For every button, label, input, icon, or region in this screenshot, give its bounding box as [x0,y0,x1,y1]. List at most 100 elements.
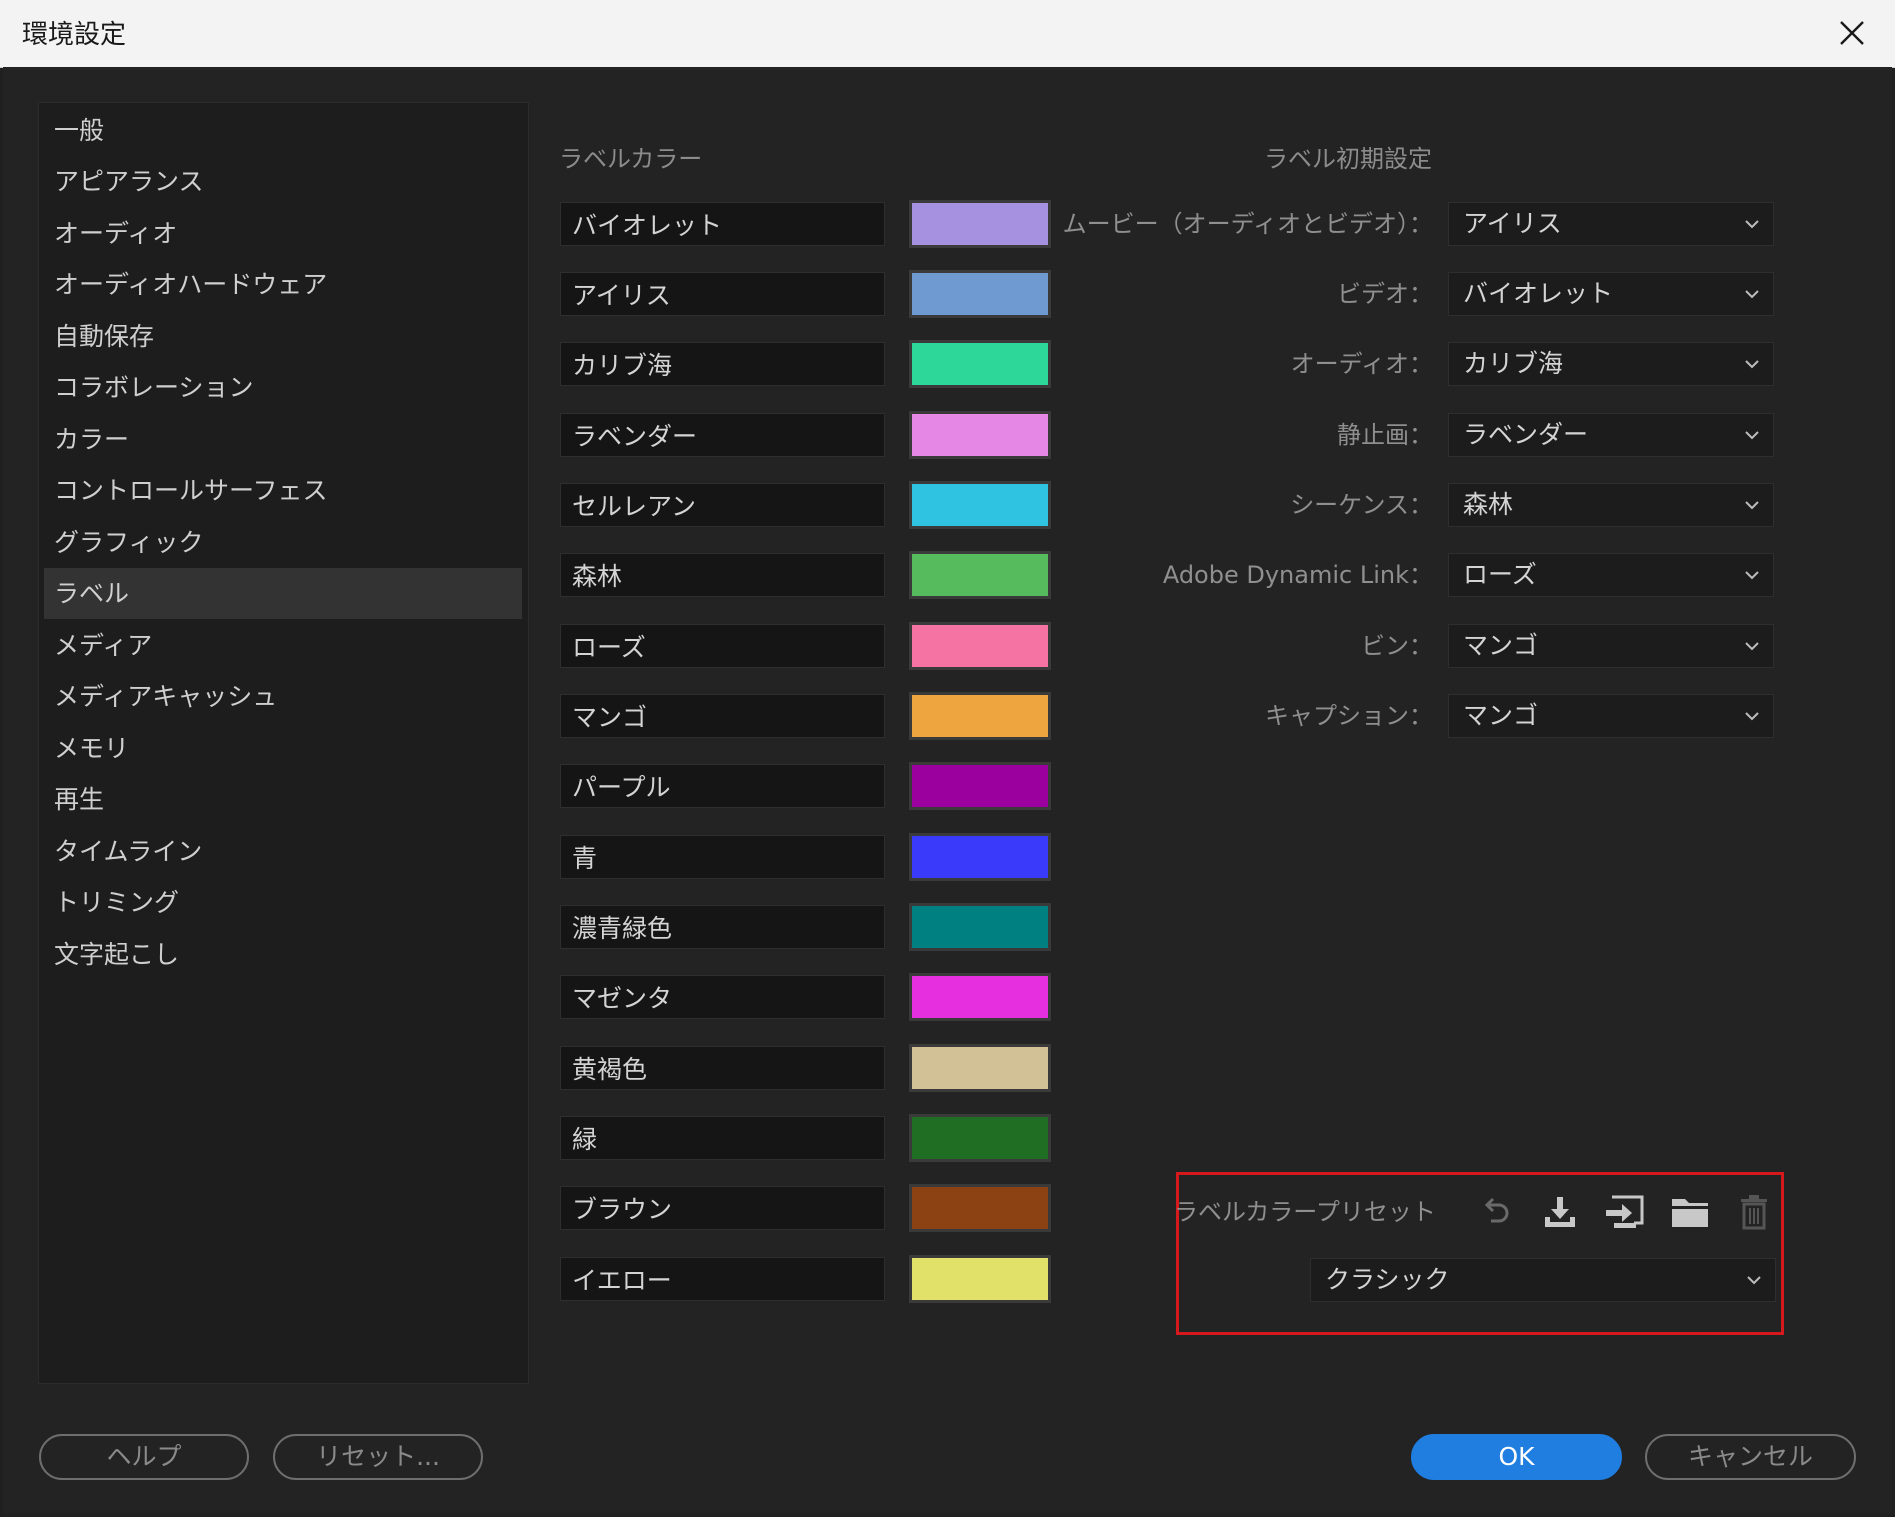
dropdown-value: バイオレット [1463,279,1614,308]
title-bar: 環境設定 [0,0,1895,68]
sidebar-item-general[interactable]: 一般 [44,105,522,156]
default-caption-dropdown[interactable]: マンゴ [1448,694,1774,738]
default-dynamic-link-label: Adobe Dynamic Link： [1162,561,1433,589]
preset-label: ラベルカラープリセット [1174,1198,1436,1226]
label-colors-heading: ラベルカラー [559,145,703,173]
chevron-down-icon [1745,712,1759,721]
chevron-down-icon [1745,431,1759,440]
preset-dropdown[interactable]: クラシック [1310,1258,1776,1302]
sidebar-item-memory[interactable]: メモリ [44,723,522,774]
dropdown-value: クラシック [1325,1265,1450,1294]
sidebar-item-media[interactable]: メディア [44,620,522,671]
import-icon [1606,1195,1644,1228]
dropdown-value: マンゴ [1463,631,1539,660]
chevron-down-icon [1747,1276,1761,1285]
label-color-swatch[interactable] [909,1184,1051,1232]
category-sidebar: 一般 アピアランス オーディオ オーディオハードウェア 自動保存 コラボレーショ… [38,102,529,1384]
chevron-down-icon [1745,220,1759,229]
label-color-swatch[interactable] [909,200,1051,248]
help-button[interactable]: ヘルプ [39,1434,249,1480]
sidebar-item-labels[interactable]: ラベル [44,568,522,619]
default-still-dropdown[interactable]: ラベンダー [1448,413,1774,457]
reset-button[interactable]: リセット... [273,1434,483,1480]
label-name-input[interactable] [560,1046,885,1090]
label-name-input[interactable] [560,342,885,386]
delete-button[interactable] [1734,1192,1774,1232]
chevron-down-icon [1745,290,1759,299]
dropdown-value: マンゴ [1463,701,1539,730]
sidebar-item-playback[interactable]: 再生 [44,774,522,825]
close-button[interactable] [1829,10,1875,56]
label-color-swatch[interactable] [909,622,1051,670]
sidebar-item-color[interactable]: カラー [44,414,522,465]
label-name-input[interactable] [560,483,885,527]
label-name-input[interactable] [560,624,885,668]
folder-button[interactable] [1670,1192,1710,1232]
label-name-input[interactable] [560,694,885,738]
sidebar-item-control-surface[interactable]: コントロールサーフェス [44,465,522,516]
label-name-input[interactable] [560,1257,885,1301]
sidebar-item-transcription[interactable]: 文字起こし [44,929,522,980]
default-video-dropdown[interactable]: バイオレット [1448,272,1774,316]
default-video-label: ビデオ： [1337,280,1433,308]
default-movie-label: ムービー（オーディオとビデオ）： [1062,210,1433,238]
default-sequence-dropdown[interactable]: 森林 [1448,483,1774,527]
undo-icon [1484,1197,1509,1223]
sidebar-item-audio[interactable]: オーディオ [44,208,522,259]
sidebar-item-appearance[interactable]: アピアランス [44,156,522,207]
default-dynamic-link-dropdown[interactable]: ローズ [1448,553,1774,597]
chevron-down-icon [1745,571,1759,580]
label-defaults-heading: ラベル初期設定 [1264,145,1432,173]
window-title: 環境設定 [22,20,127,50]
label-color-swatch[interactable] [909,973,1051,1021]
dropdown-value: アイリス [1463,209,1562,238]
default-caption-label: キャプション： [1265,702,1433,730]
label-color-swatch[interactable] [909,340,1051,388]
dropdown-value: ラベンダー [1463,420,1589,449]
sidebar-item-media-cache[interactable]: メディアキャッシュ [44,671,522,722]
sidebar-item-timeline[interactable]: タイムライン [44,826,522,877]
ok-button[interactable]: OK [1411,1434,1622,1480]
label-color-swatch[interactable] [909,551,1051,599]
sidebar-item-graphics[interactable]: グラフィック [44,517,522,568]
label-name-input[interactable] [560,905,885,949]
dropdown-value: 森林 [1463,490,1514,519]
label-name-input[interactable] [560,1116,885,1160]
folder-icon [1672,1199,1708,1227]
label-color-swatch[interactable] [909,1114,1051,1162]
chevron-down-icon [1745,501,1759,510]
sidebar-item-audio-hardware[interactable]: オーディオハードウェア [44,259,522,310]
download-button[interactable] [1540,1192,1580,1232]
download-icon [1545,1197,1575,1227]
label-color-swatch[interactable] [909,833,1051,881]
label-color-swatch[interactable] [909,903,1051,951]
label-name-input[interactable] [560,272,885,316]
default-movie-dropdown[interactable]: アイリス [1448,202,1774,246]
default-audio-dropdown[interactable]: カリブ海 [1448,342,1774,386]
default-bin-dropdown[interactable]: マンゴ [1448,624,1774,668]
sidebar-item-collaboration[interactable]: コラボレーション [44,362,522,413]
dropdown-value: カリブ海 [1463,349,1564,378]
label-name-input[interactable] [560,202,885,246]
label-color-swatch[interactable] [909,411,1051,459]
label-color-swatch[interactable] [909,481,1051,529]
label-color-swatch[interactable] [909,1255,1051,1303]
label-color-swatch[interactable] [909,692,1051,740]
label-name-input[interactable] [560,1186,885,1230]
label-color-swatch[interactable] [909,762,1051,810]
sidebar-item-auto-save[interactable]: 自動保存 [44,311,522,362]
label-name-input[interactable] [560,413,885,457]
label-name-input[interactable] [560,975,885,1019]
cancel-button[interactable]: キャンセル [1645,1434,1856,1480]
label-color-swatch[interactable] [909,1044,1051,1092]
default-still-label: 静止画： [1337,421,1433,449]
trash-icon [1741,1195,1767,1230]
undo-button[interactable] [1476,1192,1516,1232]
label-name-input[interactable] [560,553,885,597]
label-color-swatch[interactable] [909,270,1051,318]
sidebar-item-trim[interactable]: トリミング [44,877,522,928]
import-button[interactable] [1604,1192,1644,1232]
default-audio-label: オーディオ： [1290,350,1433,378]
label-name-input[interactable] [560,764,885,808]
label-name-input[interactable] [560,835,885,879]
